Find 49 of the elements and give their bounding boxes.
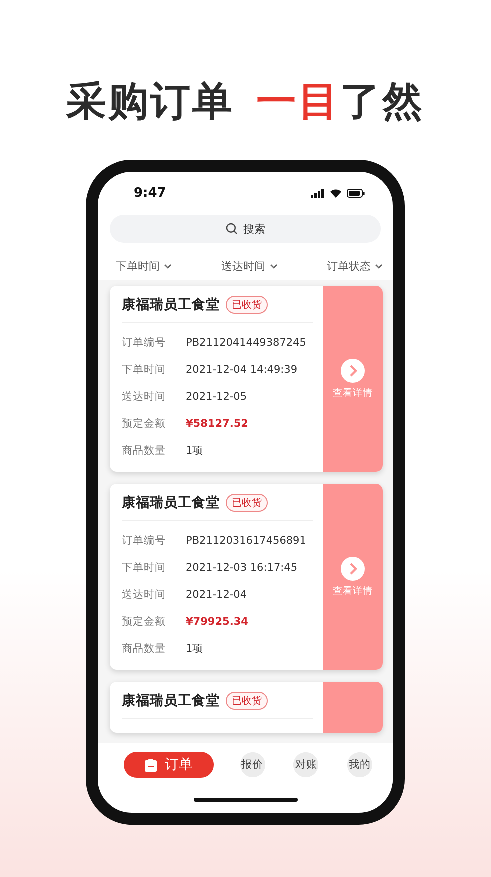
field-label: 预定金额 [122, 417, 167, 431]
nav-tab[interactable]: 订单 [124, 752, 214, 778]
nav-tab[interactable]: 我的 [344, 751, 375, 779]
field-label: 预定金额 [122, 615, 167, 629]
amount-value: ¥79925.34 [186, 616, 248, 628]
headline: 一目 [256, 78, 340, 126]
signal-icon [311, 188, 325, 198]
canteen-name: 康福瑞员工食堂 [122, 494, 220, 512]
filter-dropdown[interactable]: 下单时间 [116, 258, 172, 274]
status-badge: 已收货 [226, 296, 268, 314]
amount-value: ¥58127.52 [186, 418, 248, 430]
chevron-right-icon [341, 358, 365, 382]
field-value: 2021-12-04 [186, 589, 248, 601]
canteen-name: 康福瑞员工食堂 [122, 296, 220, 314]
chevron-down-icon [164, 264, 172, 268]
field-label: 送达时间 [122, 588, 167, 602]
field-value: PB2112041449387245 [186, 337, 306, 349]
field-value: 1项 [186, 444, 204, 458]
field-label: 下单时间 [122, 561, 167, 575]
field-label: 商品数量 [122, 642, 167, 656]
search-field[interactable]: 搜索 [110, 215, 381, 243]
headline: 采购订单 [66, 78, 234, 126]
chevron-right-icon [341, 556, 365, 580]
search-icon [226, 223, 238, 235]
chevron-down-icon [375, 264, 383, 268]
battery-icon [347, 188, 365, 198]
field-label: 送达时间 [122, 390, 167, 404]
status-badge: 已收货 [226, 692, 268, 710]
filter-dropdown[interactable]: 订单状态 [327, 258, 383, 274]
clipboard-icon [145, 758, 157, 772]
chevron-down-icon [270, 264, 278, 268]
nav-tab[interactable]: 对账 [291, 751, 322, 779]
detail-button[interactable] [323, 682, 383, 733]
field-value: 2021-12-03 16:17:45 [186, 562, 298, 574]
field-value: 2021-12-05 [186, 391, 248, 403]
status-badge: 已收货 [226, 494, 268, 512]
field-value: 2021-12-04 14:49:39 [186, 364, 298, 376]
status-time: 9:47 [134, 186, 166, 200]
wifi-icon [330, 188, 342, 198]
field-label: 商品数量 [122, 444, 167, 458]
nav-tab[interactable]: 报价 [238, 751, 268, 779]
field-label: 订单编号 [122, 336, 167, 350]
canteen-name: 康福瑞员工食堂 [122, 692, 220, 710]
headline: 了然 [340, 78, 424, 126]
field-value: 1项 [186, 642, 204, 656]
filter-dropdown[interactable]: 送达时间 [222, 258, 278, 274]
field-label: 订单编号 [122, 534, 167, 548]
field-value: PB2112031617456891 [186, 535, 306, 547]
field-label: 下单时间 [122, 363, 167, 377]
